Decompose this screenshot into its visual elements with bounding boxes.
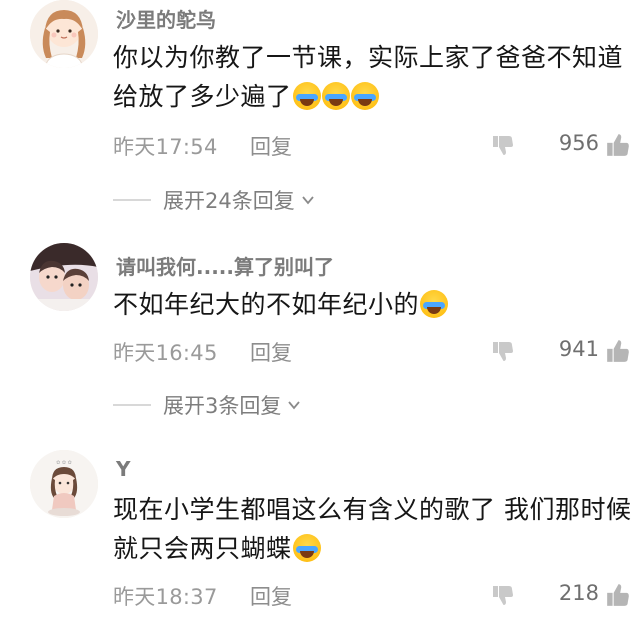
comment-text: 不如年纪大的不如年纪小的 bbox=[113, 285, 633, 324]
username[interactable]: 沙里的鸵鸟 bbox=[116, 4, 216, 33]
comment-text-body: 现在小学生都唱这么有含义的歌了 我们那时候就只会两只蝴蝶 bbox=[113, 495, 632, 563]
avatar-photo-twins bbox=[30, 243, 98, 311]
divider-line bbox=[113, 404, 151, 406]
thumbs-up-icon[interactable] bbox=[605, 582, 631, 608]
comment-time: 昨天17:54 bbox=[113, 135, 218, 159]
reply-button[interactable]: 回复 bbox=[250, 131, 292, 161]
rolling-laughing-emoji-icon bbox=[420, 290, 449, 318]
username[interactable]: Y bbox=[116, 457, 130, 481]
thumbs-down-icon[interactable] bbox=[491, 583, 515, 607]
thumbs-down-icon[interactable] bbox=[491, 339, 515, 363]
expand-replies-label: 展开24条回复 bbox=[163, 189, 295, 213]
comment-text: 现在小学生都唱这么有含义的歌了 我们那时候就只会两只蝴蝶 bbox=[113, 490, 633, 568]
avatar-cartoon-girl: ✿ ✿ ✿ bbox=[30, 450, 98, 518]
reply-button[interactable]: 回复 bbox=[250, 581, 292, 611]
chevron-down-icon bbox=[288, 401, 301, 410]
comment-time: 昨天16:45 bbox=[113, 341, 218, 365]
thumbs-up-icon[interactable] bbox=[605, 338, 631, 364]
expand-replies-button[interactable]: 展开3条回复 bbox=[113, 390, 301, 420]
comment-meta: 昨天16:45 回复 941 bbox=[113, 337, 633, 367]
comment-text: 你以为你教了一节课，实际上家了爸爸不知道给放了多少遍了 bbox=[113, 38, 633, 116]
avatar[interactable] bbox=[30, 243, 98, 311]
comment-time: 昨天18:37 bbox=[113, 585, 218, 609]
crying-laughing-emoji-icon bbox=[350, 82, 379, 110]
expand-replies-label: 展开3条回复 bbox=[163, 394, 282, 418]
avatar[interactable] bbox=[30, 0, 98, 68]
like-count: 218 bbox=[558, 581, 599, 605]
expand-replies-button[interactable]: 展开24条回复 bbox=[113, 185, 315, 215]
comment-text-body: 不如年纪大的不如年纪小的 bbox=[113, 290, 420, 319]
avatar-girl-illustration bbox=[30, 0, 98, 68]
crying-laughing-emoji-icon bbox=[292, 534, 321, 562]
username[interactable]: 请叫我何.....算了别叫了 bbox=[116, 251, 334, 280]
crying-laughing-emoji-icon bbox=[321, 82, 350, 110]
thumbs-up-icon[interactable] bbox=[605, 132, 631, 158]
chevron-down-icon bbox=[302, 196, 314, 205]
like-count: 941 bbox=[558, 337, 599, 361]
avatar[interactable]: ✿ ✿ ✿ bbox=[30, 450, 98, 518]
crying-laughing-emoji-icon bbox=[292, 82, 321, 110]
divider-line bbox=[113, 199, 151, 201]
comment-meta: 昨天18:37 回复 218 bbox=[113, 581, 633, 611]
like-count: 956 bbox=[558, 131, 599, 155]
svg-text:✿ ✿ ✿: ✿ ✿ ✿ bbox=[56, 460, 72, 466]
reply-button[interactable]: 回复 bbox=[250, 337, 292, 367]
comment-meta: 昨天17:54 回复 956 bbox=[113, 131, 633, 161]
thumbs-down-icon[interactable] bbox=[491, 133, 515, 157]
